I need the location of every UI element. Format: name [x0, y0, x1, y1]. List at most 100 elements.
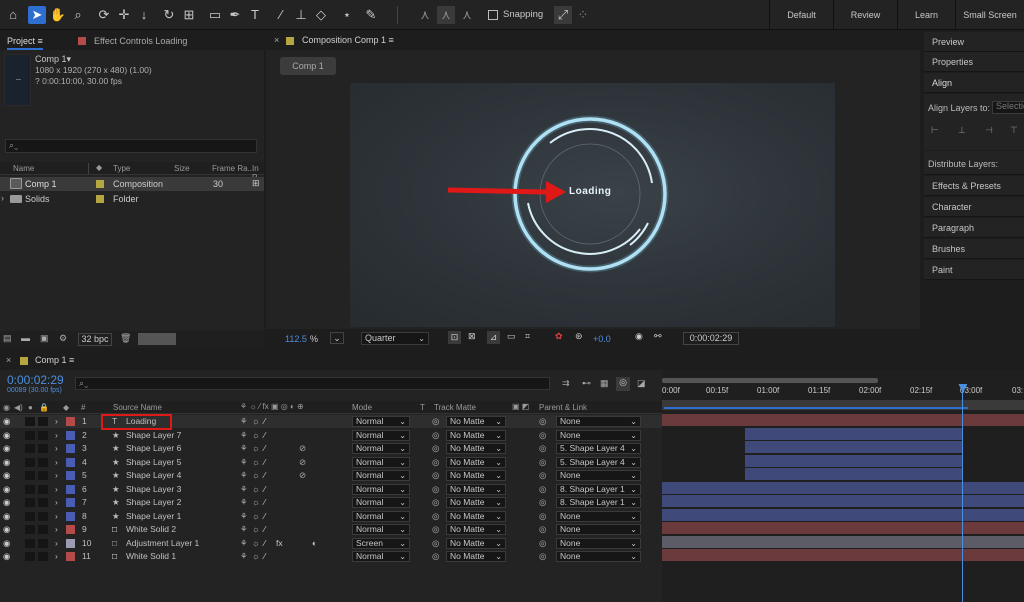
lock-toggle[interactable]	[38, 471, 48, 480]
solo-toggle[interactable]	[25, 417, 35, 426]
lock-toggle[interactable]	[38, 484, 48, 494]
layer-duration-bar[interactable]	[662, 522, 1024, 534]
collapse-switch-icon[interactable]: ☼	[252, 456, 260, 469]
pickwhip-icon[interactable]: ◎	[539, 429, 546, 442]
tab-composition[interactable]: Composition Comp 1 ≡	[302, 35, 394, 45]
track-matte-dropdown[interactable]: No Matte ⌄	[446, 537, 506, 549]
chevron-right-icon[interactable]: ›	[55, 496, 58, 509]
solo-toggle[interactable]	[25, 457, 35, 467]
work-area-bar[interactable]	[662, 378, 878, 383]
label-swatch[interactable]	[66, 538, 75, 548]
mode-dropdown[interactable]: Normal ⌄	[352, 497, 410, 508]
close-icon[interactable]: ×	[274, 35, 279, 45]
puppet-pin-icon[interactable]: ✎	[362, 6, 380, 24]
exposure-value[interactable]: +0.0	[593, 334, 611, 344]
solo-toggle[interactable]	[25, 471, 35, 480]
mode-dropdown[interactable]: Normal ⌄	[352, 510, 410, 522]
pickwhip-icon[interactable]: ◎	[539, 456, 546, 469]
fx-icon[interactable]: fx	[276, 537, 283, 550]
collapse-switch-icon[interactable]: ☼	[252, 429, 260, 442]
layer-duration-bar[interactable]	[662, 495, 1024, 507]
quality-switch-icon[interactable]: ⁄	[264, 456, 265, 469]
draft-3d-icon[interactable]: ⊷	[582, 378, 591, 389]
layer-duration-bar[interactable]	[745, 441, 963, 453]
playhead[interactable]	[958, 384, 968, 602]
collapse-switch-icon[interactable]: ☼	[252, 523, 260, 536]
properties-panel[interactable]: Properties	[924, 52, 1024, 72]
close-icon[interactable]: ×	[6, 355, 11, 365]
chevron-right-icon[interactable]: ›	[55, 550, 58, 563]
col-track-matte[interactable]: Track Matte	[434, 403, 476, 412]
pickwhip-icon[interactable]: ◎	[539, 496, 546, 509]
layer-name[interactable]: Shape Layer 5	[126, 456, 181, 469]
snap-option-icon[interactable]: ⤢	[554, 6, 572, 24]
pan-camera-icon[interactable]: ✛	[115, 6, 133, 24]
layer-name[interactable]: Shape Layer 7	[126, 429, 181, 442]
mask-visibility-icon[interactable]: ⊿	[487, 331, 500, 344]
solo-toggle[interactable]	[25, 525, 35, 534]
rectangle-tool-icon[interactable]: ▭	[206, 6, 224, 24]
layer-duration-bar[interactable]	[662, 414, 1024, 426]
lock-toggle[interactable]	[38, 538, 48, 548]
layer-name[interactable]: Adjustment Layer 1	[126, 537, 199, 550]
shy-switch-icon[interactable]: ⚘	[240, 510, 248, 523]
pickwhip-icon[interactable]: ◎	[539, 415, 546, 428]
align-to-dropdown[interactable]: Selection	[992, 101, 1024, 114]
snap-feature-icon[interactable]: ⁘	[574, 6, 592, 24]
pickwhip-icon[interactable]: ◎	[539, 442, 546, 455]
parent-dropdown[interactable]: None ⌄	[556, 510, 641, 522]
tab-project[interactable]: Project ≡	[7, 36, 43, 50]
layer-duration-bar[interactable]	[662, 535, 1024, 548]
guides-icon[interactable]: ⌗	[525, 331, 530, 342]
chevron-right-icon[interactable]: ›	[55, 537, 58, 550]
align-top-icon[interactable]: ⊤	[1010, 125, 1018, 136]
project-search-input[interactable]: ⌕⌄	[5, 139, 257, 153]
layer-row[interactable]: ◉ › 4 ★ Shape Layer 5 ⚘ ☼ ⁄ ⊘ Normal ⌄ ◎ No Matte ⌄ ◎ 5…	[0, 456, 662, 469]
workspace-learn[interactable]: Learn	[897, 0, 955, 30]
track-matte-dropdown[interactable]: No Matte ⌄	[446, 443, 506, 454]
snapping-checkbox[interactable]	[488, 10, 498, 20]
pickwhip-icon[interactable]: ◎	[539, 469, 546, 482]
layer-duration-bar[interactable]	[662, 508, 1024, 521]
quality-switch-icon[interactable]: ⁄	[264, 415, 265, 428]
mode-dropdown[interactable]: Normal ⌄	[352, 416, 410, 427]
solo-toggle[interactable]	[25, 484, 35, 494]
shy-switch-icon[interactable]: ⚘	[240, 550, 248, 563]
track-matte-dropdown[interactable]: No Matte ⌄	[446, 483, 506, 495]
pan-behind-icon[interactable]: ⊞	[180, 6, 198, 24]
paint-panel[interactable]: Paint	[924, 260, 1024, 280]
col-parent[interactable]: Parent & Link	[539, 403, 587, 412]
label-swatch[interactable]	[66, 525, 75, 534]
quality-switch-icon[interactable]: ⁄	[264, 510, 265, 523]
layer-name[interactable]: Shape Layer 1	[126, 510, 181, 523]
align-left-icon[interactable]: ⊢	[931, 125, 939, 136]
motion-blur-icon[interactable]: ⊘	[299, 442, 306, 455]
transparency-grid-icon[interactable]: ⊠	[468, 331, 476, 342]
collapse-switch-icon[interactable]: ☼	[252, 415, 260, 428]
zoom-tool-icon[interactable]: ⌕	[69, 6, 87, 24]
comp-mini-flowchart-icon[interactable]: ⇉	[562, 378, 570, 389]
pickwhip-icon[interactable]: ◎	[539, 537, 546, 550]
shy-layers-icon[interactable]: ▦	[600, 378, 609, 389]
new-folder-icon[interactable]: ▬	[21, 333, 30, 343]
label-swatch[interactable]	[66, 498, 75, 507]
reset-exposure-icon[interactable]: ⊛	[575, 331, 583, 342]
label-swatch[interactable]	[66, 430, 75, 440]
comp-viewer[interactable]: Loading	[350, 83, 835, 327]
solo-toggle[interactable]	[25, 444, 35, 453]
track-matte-dropdown[interactable]: No Matte ⌄	[446, 470, 506, 481]
quality-switch-icon[interactable]: ⁄	[264, 429, 265, 442]
layer-row[interactable]: ◉ › 3 ★ Shape Layer 6 ⚘ ☼ ⁄ ⊘ Normal ⌄ ◎ No Matte ⌄ ◎ 5…	[0, 442, 662, 455]
visibility-eye-icon[interactable]: ◉	[3, 523, 10, 536]
parent-dropdown[interactable]: 8. Shape Layer 1 ⌄	[556, 483, 641, 495]
project-item-solids[interactable]: › Solids Folder	[0, 192, 264, 206]
parent-dropdown[interactable]: 5. Shape Layer 4 ⌄	[556, 443, 641, 454]
workspace-small-screen[interactable]: Small Screen	[955, 0, 1024, 30]
lock-toggle[interactable]	[38, 417, 48, 426]
preview-panel[interactable]: Preview	[924, 32, 1024, 52]
align-center-icon[interactable]: ⊥	[958, 125, 966, 136]
track-matte-dropdown[interactable]: No Matte ⌄	[446, 510, 506, 522]
mode-dropdown[interactable]: Normal ⌄	[352, 551, 410, 562]
hand-tool-icon[interactable]: ✋	[49, 6, 67, 24]
collapse-switch-icon[interactable]: ☼	[252, 483, 260, 496]
